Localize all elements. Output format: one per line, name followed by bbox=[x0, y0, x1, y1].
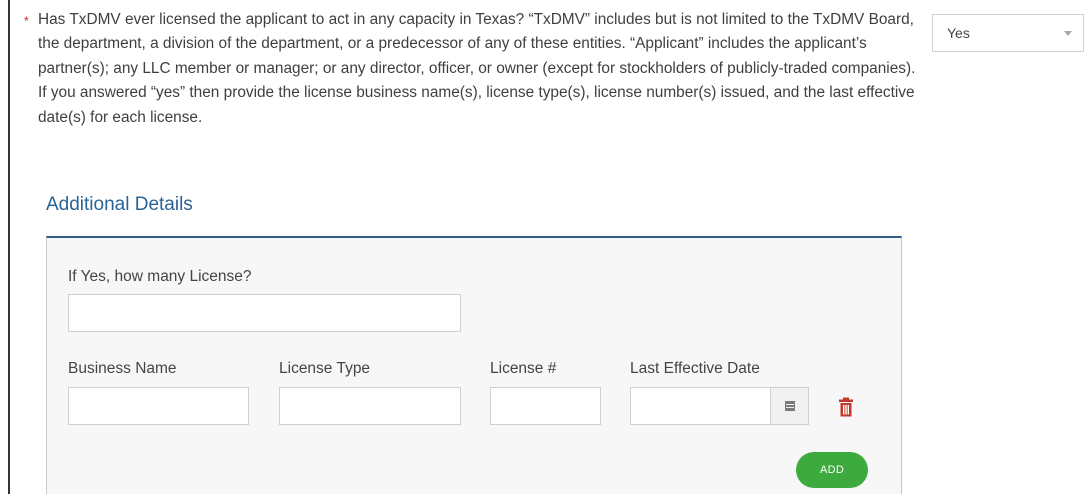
license-count-label: If Yes, how many License? bbox=[68, 268, 252, 285]
date-picker-button[interactable] bbox=[771, 387, 809, 425]
license-number-label: License # bbox=[490, 360, 557, 377]
license-count-input[interactable] bbox=[68, 294, 461, 332]
add-license-button[interactable]: ADD bbox=[796, 452, 868, 488]
answer-select[interactable]: Yes bbox=[932, 14, 1084, 52]
license-number-input[interactable] bbox=[490, 387, 601, 425]
question-text: Has TxDMV ever licensed the applicant to… bbox=[38, 11, 916, 126]
answer-select-value: Yes bbox=[947, 25, 970, 41]
section-title: Additional Details bbox=[46, 194, 193, 215]
last-effective-date-input[interactable] bbox=[630, 387, 771, 425]
license-type-label: License Type bbox=[279, 360, 371, 377]
last-effective-date-label: Last Effective Date bbox=[630, 360, 760, 377]
business-name-label: Business Name bbox=[68, 360, 177, 377]
required-marker: * bbox=[24, 14, 29, 28]
trash-icon[interactable] bbox=[838, 397, 854, 417]
license-type-input[interactable] bbox=[279, 387, 461, 425]
calendar-icon bbox=[785, 401, 795, 411]
chevron-down-icon bbox=[1064, 31, 1072, 36]
business-name-input[interactable] bbox=[68, 387, 249, 425]
